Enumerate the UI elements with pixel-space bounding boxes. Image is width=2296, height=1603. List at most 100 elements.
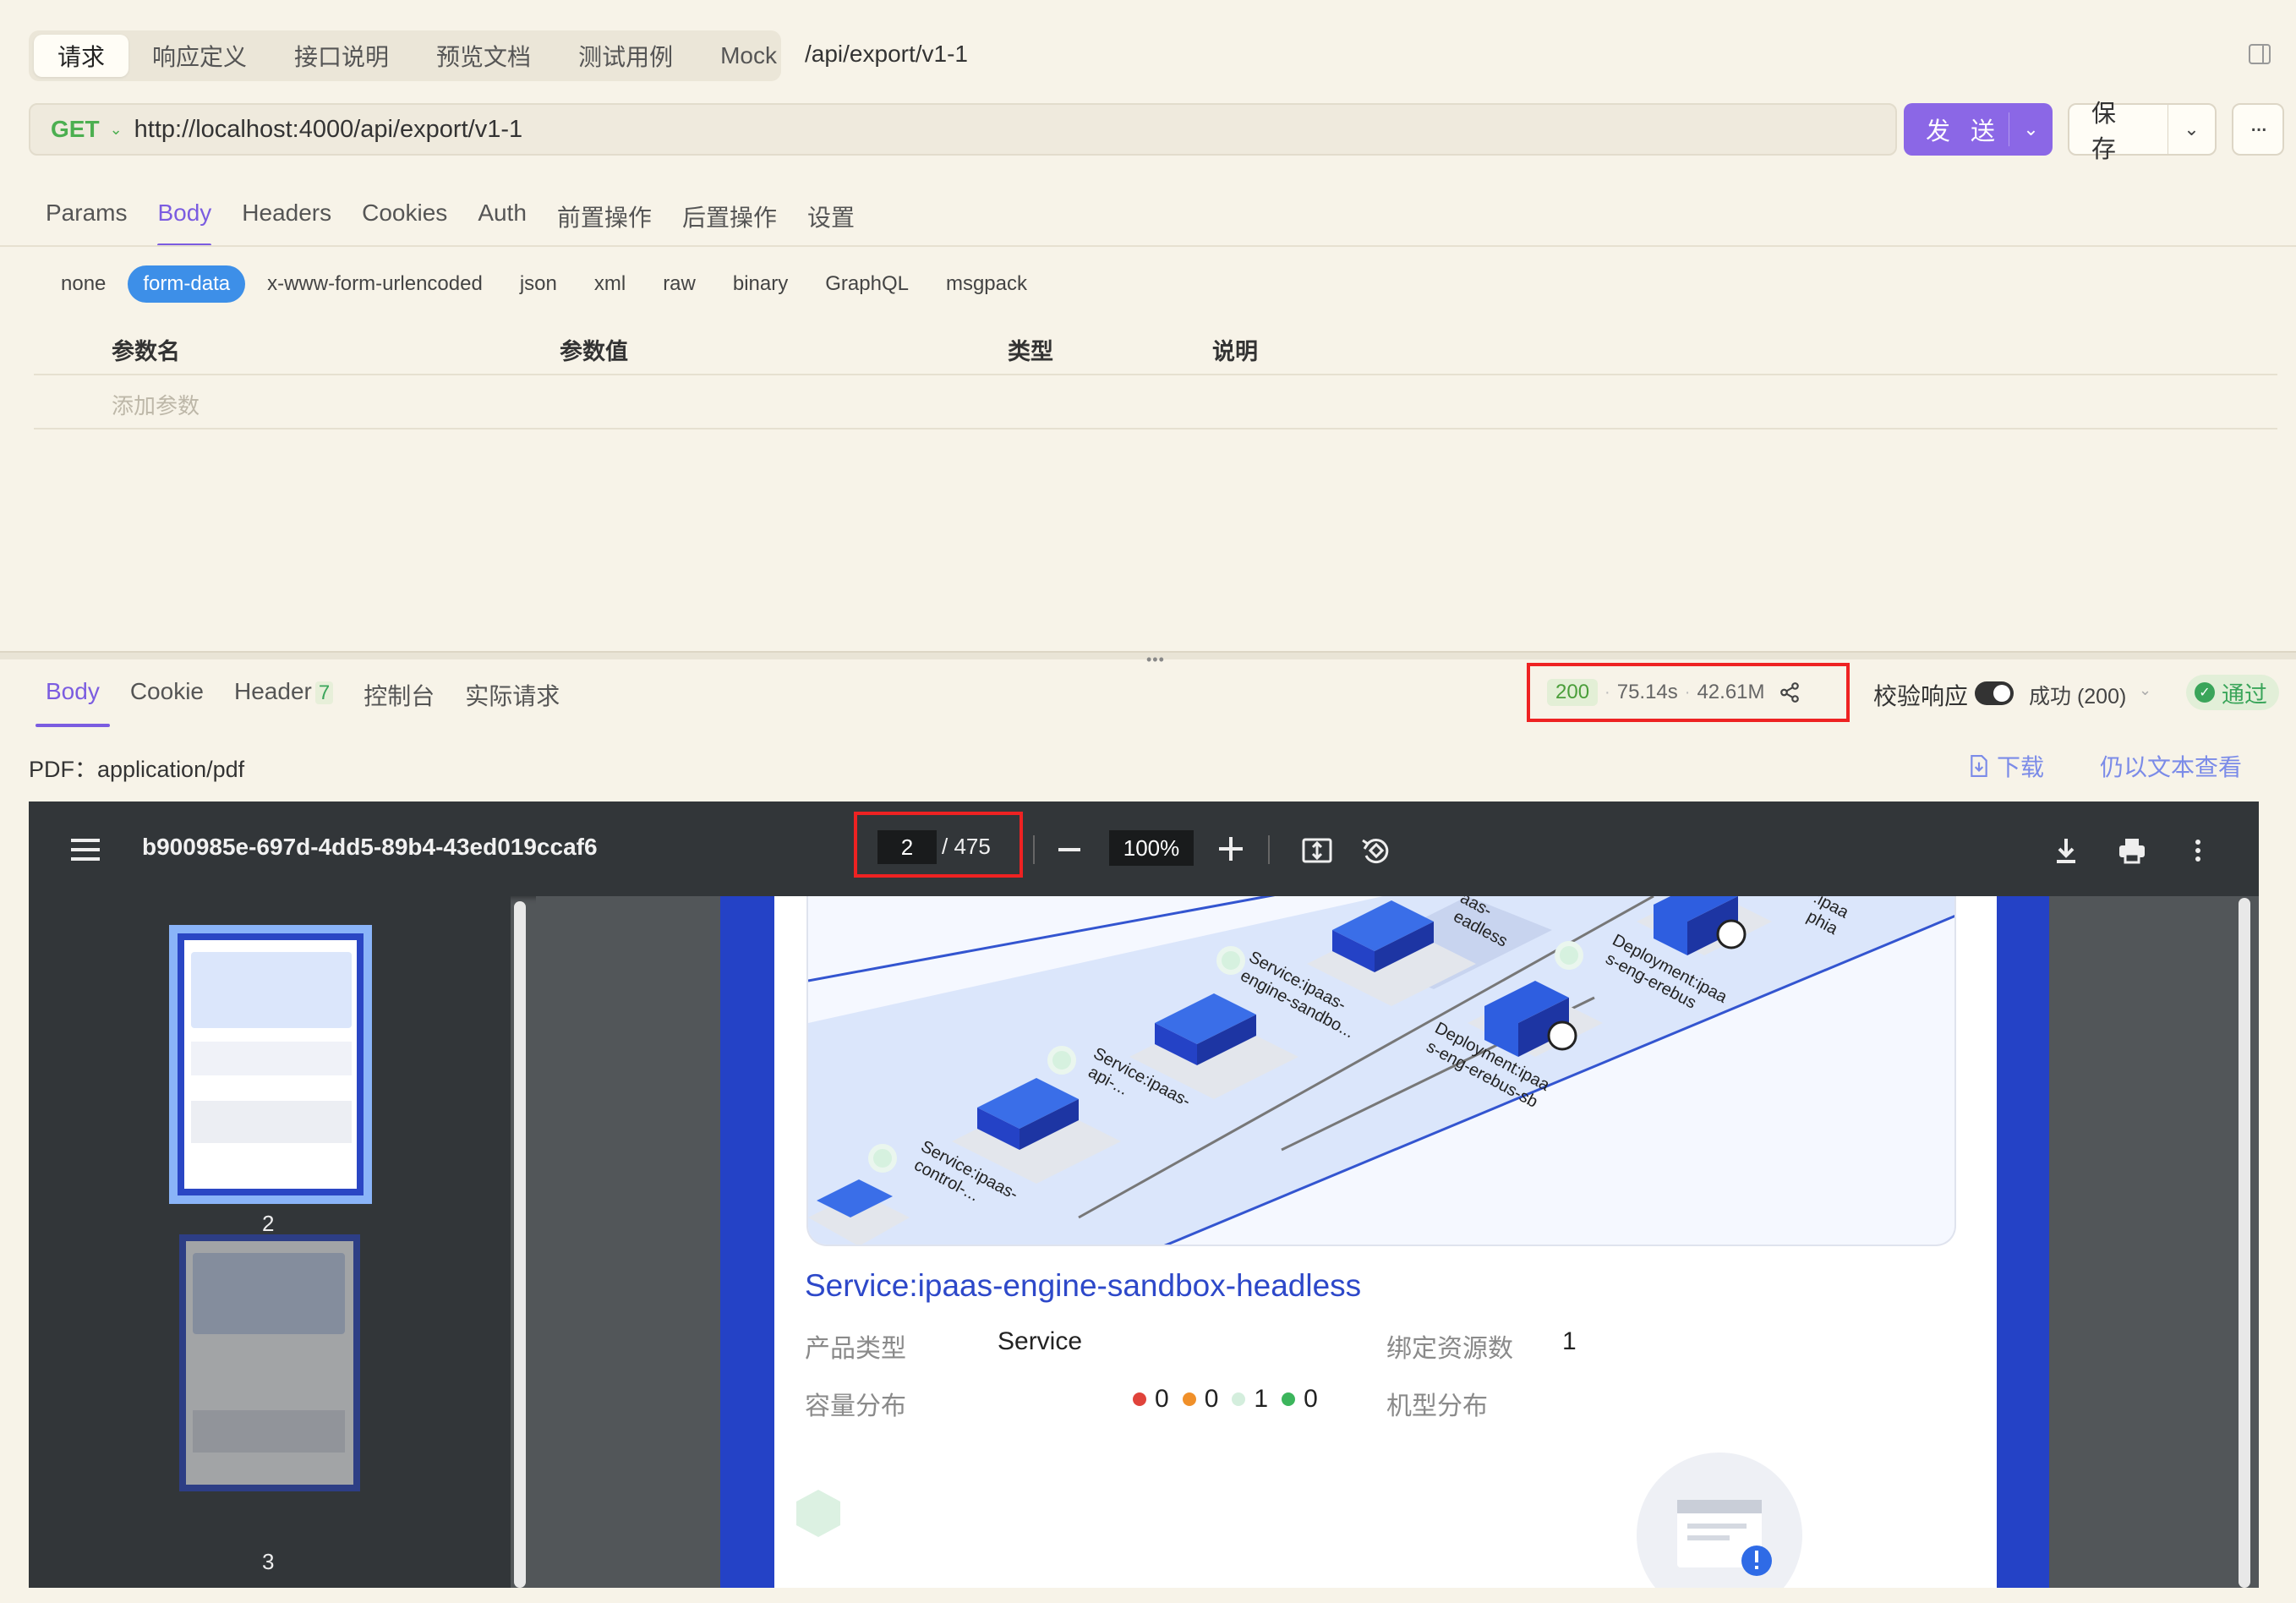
tab-response-console[interactable]: 控制台 <box>348 666 450 727</box>
product-type-value: Service <box>998 1327 1083 1355</box>
share-icon[interactable] <box>1779 681 1801 703</box>
body-type-json[interactable]: json <box>505 265 572 303</box>
status-dot-green <box>1282 1392 1296 1406</box>
thumbnail-scrollbar[interactable] <box>514 901 526 1588</box>
status-badge: 200 <box>1547 679 1599 706</box>
tab-settings[interactable]: 设置 <box>792 186 870 247</box>
save-button-label: 保 存 <box>2091 101 2124 163</box>
body-type-form-data[interactable]: form-data <box>128 265 246 303</box>
chevron-down-icon[interactable]: ⌄ <box>2168 118 2215 140</box>
tab-request[interactable]: 请求 <box>34 35 129 77</box>
request-tabs: 请求 响应定义 接口说明 预览文档 测试用例 Mock <box>29 30 781 81</box>
body-type-binary[interactable]: binary <box>718 265 803 303</box>
empty-state-illustration <box>1637 1453 1802 1588</box>
toolbar-divider <box>1033 835 1035 864</box>
tab-test-cases[interactable]: 测试用例 <box>555 35 697 77</box>
chevron-down-icon[interactable]: ⌄ <box>110 121 123 139</box>
pdf-file-name: b900985e-697d-4dd5-89b4-43ed019ccaf6 <box>142 834 598 860</box>
download-icon[interactable] <box>2049 834 2083 867</box>
machine-distribution-label: 机型分布 <box>1386 1392 1488 1420</box>
capacity-value: 0 <box>1304 1385 1318 1413</box>
divider <box>0 245 2296 247</box>
send-button-label: 发 送 <box>1926 118 2003 145</box>
more-vertical-icon[interactable] <box>2181 834 2215 867</box>
body-type-xml[interactable]: xml <box>579 265 641 303</box>
more-options-button[interactable]: ... <box>2232 103 2284 156</box>
page-number-input[interactable]: 2 <box>877 830 937 864</box>
tab-body[interactable]: Body <box>142 186 227 247</box>
tab-response-actual-request[interactable]: 实际请求 <box>450 666 575 727</box>
pdf-page-content: Service:ipaas- engine-sandbo... Service:… <box>774 896 1997 1588</box>
service-title: Service:ipaas-engine-sandbox-headless <box>805 1268 1362 1303</box>
http-method-select[interactable]: GET <box>51 116 100 143</box>
tab-auth[interactable]: Auth <box>462 186 542 247</box>
tab-params[interactable]: Params <box>30 186 142 247</box>
print-icon[interactable] <box>2115 834 2149 867</box>
zoom-in-icon[interactable] <box>1219 837 1243 861</box>
pdf-page: Service:ipaas- engine-sandbo... Service:… <box>720 896 2049 1588</box>
add-param-placeholder[interactable]: 添加参数 <box>112 389 200 420</box>
zoom-level-input[interactable]: 100% <box>1109 830 1194 866</box>
tab-response-header[interactable]: Header 7 <box>219 666 348 727</box>
tab-pre-operations[interactable]: 前置操作 <box>542 186 667 247</box>
bound-resources-value: 1 <box>1562 1327 1577 1355</box>
url-input[interactable]: http://localhost:4000/api/export/v1-1 <box>134 116 522 144</box>
capacity-value: 0 <box>1155 1385 1169 1413</box>
header-count-badge: 7 <box>314 681 334 704</box>
response-stats: 200 · 75.14s · 42.61M <box>1527 663 1850 722</box>
pdf-scrollbar[interactable] <box>2239 898 2250 1588</box>
tab-headers[interactable]: Headers <box>227 186 347 247</box>
tab-response-body[interactable]: Body <box>30 666 115 727</box>
chevron-down-icon[interactable]: ⌄ <box>2009 118 2053 140</box>
drag-grip-icon[interactable]: ••• <box>1146 651 1165 669</box>
bound-resources-label: 绑定资源数 <box>1386 1335 1513 1363</box>
send-button[interactable]: 发 送 ⌄ <box>1904 103 2053 156</box>
body-type-urlencoded[interactable]: x-www-form-urlencoded <box>252 265 498 303</box>
tab-label: 控制台 <box>364 683 435 709</box>
thumbnail-page-2[interactable] <box>169 925 372 1204</box>
download-label: 下载 <box>1997 754 2045 780</box>
body-type-msgpack[interactable]: msgpack <box>931 265 1042 303</box>
fit-page-icon[interactable] <box>1300 834 1334 867</box>
save-button[interactable]: 保 存 ⌄ <box>2068 101 2217 163</box>
status-dot-red <box>1133 1392 1146 1406</box>
tab-response-definition[interactable]: 响应定义 <box>128 35 271 77</box>
tab-cookies[interactable]: Cookies <box>347 186 462 247</box>
validation-result-select[interactable]: 成功 (200) <box>2029 680 2126 710</box>
pass-label: 通过 <box>2222 681 2267 708</box>
body-type-raw[interactable]: raw <box>648 265 711 303</box>
url-bar[interactable]: GET ⌄ http://localhost:4000/api/export/v… <box>29 103 1897 156</box>
rotate-icon[interactable] <box>1359 834 1393 867</box>
capacity-value: 1 <box>1254 1385 1269 1413</box>
product-type-label: 产品类型 <box>805 1335 906 1363</box>
thumbnail-page-3[interactable] <box>179 1234 360 1491</box>
separator-dot: · <box>1684 682 1691 702</box>
response-tabs: Body Cookie Header 7 控制台 实际请求 <box>30 666 575 727</box>
body-type-options: none form-data x-www-form-urlencoded jso… <box>46 265 1049 303</box>
validate-response-toggle[interactable] <box>1975 681 2014 705</box>
body-type-graphql[interactable]: GraphQL <box>810 265 924 303</box>
tab-preview-doc[interactable]: 预览文档 <box>413 35 555 77</box>
tab-api-description[interactable]: 接口说明 <box>271 35 413 77</box>
tab-post-operations[interactable]: 后置操作 <box>667 186 792 247</box>
capacity-label: 容量分布 <box>805 1392 906 1420</box>
menu-icon[interactable] <box>71 839 100 861</box>
hexagon-icon <box>796 1490 840 1537</box>
column-header-value: 参数值 <box>560 339 628 364</box>
page-total: / 475 <box>942 834 991 859</box>
chevron-down-icon[interactable]: ⌄ <box>2139 681 2151 699</box>
empty-doc-icon <box>1677 1500 1772 1576</box>
tab-response-cookie[interactable]: Cookie <box>115 666 219 727</box>
add-param-row[interactable]: 添加参数 <box>34 377 2277 429</box>
zoom-out-icon[interactable] <box>1058 848 1080 851</box>
body-type-none[interactable]: none <box>46 265 121 303</box>
check-circle-icon: ✓ <box>2195 682 2215 703</box>
toolbar-divider <box>1268 835 1270 864</box>
layout-toggle-icon[interactable] <box>2249 44 2271 64</box>
validate-response-label: 校验响应 <box>1873 683 1969 709</box>
download-link[interactable]: 下载 <box>1970 749 2044 783</box>
validation-pass-badge: ✓ 通过 <box>2186 675 2279 710</box>
content-type-label: PDF：application/pdf <box>29 757 245 782</box>
tab-mock[interactable]: Mock <box>697 35 801 77</box>
view-as-text-link[interactable]: 仍以文本查看 <box>2100 749 2242 783</box>
